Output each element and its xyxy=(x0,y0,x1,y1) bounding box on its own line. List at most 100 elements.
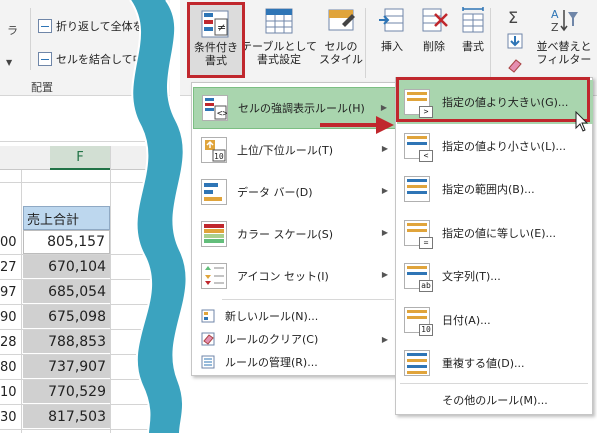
duplicate-values-icon xyxy=(404,350,430,376)
svg-text:Z: Z xyxy=(551,21,559,34)
menu-separator xyxy=(400,383,588,384)
column-header-f[interactable]: F xyxy=(50,146,110,170)
gridline xyxy=(110,146,111,433)
row-partial-value: 00 xyxy=(0,234,17,250)
svg-text:≠: ≠ xyxy=(217,21,226,34)
menu-item[interactable]: アイコン セット(I) ▶ xyxy=(193,255,396,297)
svg-text:A: A xyxy=(551,8,559,21)
mouse-cursor-icon xyxy=(575,111,589,132)
sales-total-header-cell[interactable]: 売上合計 xyxy=(23,206,110,230)
ribbon-divider xyxy=(30,8,31,70)
chevron-down-icon[interactable]: ▼ xyxy=(6,58,12,67)
fill-icon[interactable] xyxy=(506,32,524,50)
submenu-item-label: 指定の値より小さい(L)... xyxy=(442,139,566,153)
row-partial-value: 27 xyxy=(0,259,17,275)
delete-button[interactable]: 削除 xyxy=(414,6,454,78)
menu-item-label: 上位/下位ルール(T) xyxy=(237,144,334,157)
submenu-item[interactable]: ab 文字列(T)... xyxy=(397,254,593,298)
menu-item[interactable]: カラー スケール(S) ▶ xyxy=(193,213,396,255)
row-partial-value: 80 xyxy=(0,359,17,375)
sales-total-cell[interactable]: 737,907 xyxy=(23,355,110,379)
cell-styles-icon xyxy=(326,6,356,36)
icon-badge: = xyxy=(419,236,433,249)
wrap-text-icon xyxy=(38,19,52,33)
greater-than-highlight-frame xyxy=(396,77,590,122)
svg-text:10: 10 xyxy=(214,152,224,161)
menu-item-label: 新しいルール(N)... xyxy=(225,310,319,323)
merge-cells-icon xyxy=(38,52,52,66)
icon-badge: 10 xyxy=(419,323,433,336)
submenu-item[interactable]: 重複する値(D)... xyxy=(397,341,593,385)
date-occurring-icon: 10 xyxy=(404,306,433,336)
submenu-item[interactable]: 10 日付(A)... xyxy=(397,298,593,342)
format-as-table-button[interactable]: テーブルとして 書式設定 xyxy=(241,6,317,78)
conditional-formatting-label: 条件付き 書式 xyxy=(194,41,238,67)
sales-total-cell[interactable]: 770,529 xyxy=(23,380,110,404)
icon-badge: ab xyxy=(419,280,433,292)
row-partial-value: 30 xyxy=(0,409,17,425)
sales-total-cell[interactable]: 805,157 xyxy=(23,230,110,254)
sort-filter-button[interactable]: AZ 並べ替えと フィルター xyxy=(534,6,594,78)
more-rules-item[interactable]: その他のルール(M)... xyxy=(397,392,593,408)
row-partial-value: 97 xyxy=(0,284,17,300)
submenu-item[interactable]: 指定の範囲内(B)... xyxy=(397,167,593,211)
chevron-right-icon: ▶ xyxy=(381,186,388,195)
sales-total-cell[interactable]: 788,853 xyxy=(23,330,110,354)
format-button[interactable]: 書式 xyxy=(454,6,492,78)
data-bars-icon xyxy=(201,179,227,205)
svg-text:Σ: Σ xyxy=(508,8,518,26)
ribbon-scroll-indicator: ラ xyxy=(7,24,18,37)
red-arrow-annotation xyxy=(320,116,394,134)
icon-badge: < xyxy=(419,149,433,162)
cell-styles-button[interactable]: セルの スタイル xyxy=(316,6,366,78)
insert-button[interactable]: 挿入 xyxy=(372,6,412,78)
menu-item[interactable]: ルールの管理(R)... xyxy=(193,351,396,373)
between-icon xyxy=(404,176,430,202)
less-than-icon: < xyxy=(404,132,433,162)
cell-styles-label: セルの スタイル xyxy=(319,40,363,66)
sort-filter-label: 並べ替えと フィルター xyxy=(536,40,592,66)
submenu-item-label: 日付(A)... xyxy=(442,313,491,327)
format-label: 書式 xyxy=(462,40,484,53)
eraser-icon[interactable] xyxy=(506,56,524,74)
conditional-formatting-icon: ≠ xyxy=(200,9,230,39)
chevron-right-icon: ▶ xyxy=(381,228,388,237)
conditional-formatting-button[interactable]: ≠ 条件付き 書式 xyxy=(187,2,245,78)
delete-cells-icon xyxy=(419,6,449,36)
menu-item-label: アイコン セット(I) xyxy=(237,270,329,283)
format-cells-icon xyxy=(458,6,488,36)
submenu-item[interactable]: < 指定の値より小さい(L)... xyxy=(397,124,593,168)
row-partial-value: 28 xyxy=(0,334,17,350)
autosum-icon[interactable]: Σ xyxy=(506,8,524,27)
menu-item-label: ルールの管理(R)... xyxy=(225,356,318,369)
delete-label: 削除 xyxy=(423,40,445,53)
menu-item-label: ルールのクリア(C) xyxy=(225,333,319,346)
menu-separator xyxy=(222,299,394,300)
sales-total-cell[interactable]: 675,098 xyxy=(23,305,110,329)
menu-item[interactable]: 新しいルール(N)... xyxy=(193,305,396,327)
menu-item-label: データ バー(D) xyxy=(237,186,313,199)
insert-label: 挿入 xyxy=(381,40,403,53)
highlight-cells-rules-submenu: > 指定の値より大きい(G)... < 指定の値より小さい(L)... 指定の範囲内(B… xyxy=(395,77,593,415)
new-rule-icon xyxy=(201,309,215,323)
table-icon xyxy=(264,6,294,36)
chevron-right-icon: ▶ xyxy=(381,335,388,344)
manage-rules-icon xyxy=(201,355,215,369)
svg-text:<>: <> xyxy=(217,109,227,119)
equal-to-icon: = xyxy=(404,219,433,249)
format-as-table-label: テーブルとして 書式設定 xyxy=(241,40,318,66)
submenu-item[interactable]: = 指定の値に等しい(E)... xyxy=(397,211,593,255)
sales-total-cell[interactable]: 670,104 xyxy=(23,255,110,279)
icon-sets-icon xyxy=(201,263,227,289)
submenu-item-label: 文字列(T)... xyxy=(442,270,501,283)
sales-total-cell[interactable]: 817,503 xyxy=(23,405,110,429)
menu-item[interactable]: データ バー(D) ▶ xyxy=(193,171,396,213)
sort-filter-icon: AZ xyxy=(549,6,579,36)
sales-total-cell[interactable]: 685,054 xyxy=(23,280,110,304)
chevron-right-icon: ▶ xyxy=(381,144,388,153)
submenu-item-label: 指定の値に等しい(E)... xyxy=(442,226,557,240)
color-scales-icon xyxy=(201,221,227,247)
submenu-item-label: 重複する値(D)... xyxy=(442,357,525,370)
menu-item[interactable]: ルールのクリア(C) ▶ xyxy=(193,328,396,350)
chevron-right-icon: ▶ xyxy=(381,270,388,279)
